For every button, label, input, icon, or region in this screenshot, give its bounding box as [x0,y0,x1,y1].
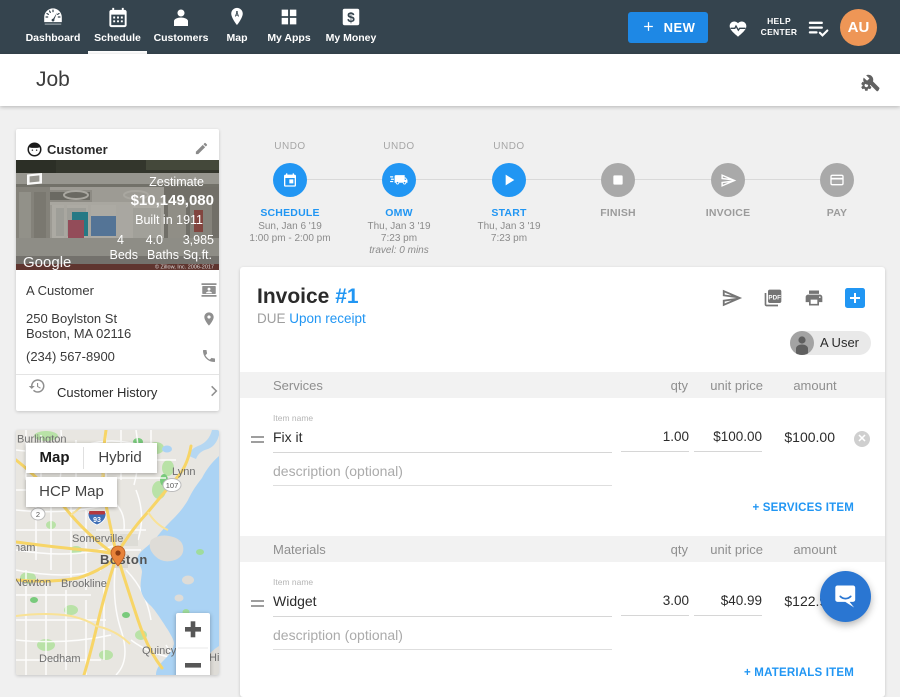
svg-text:107: 107 [166,481,179,490]
svg-text:Built in 1911: Built in 1911 [135,213,203,227]
svg-text:Lynn: Lynn [172,466,195,478]
svg-text:ham: ham [16,542,35,554]
svg-text:Google: Google [23,254,71,270]
svg-text:4.0: 4.0 [146,233,163,247]
svg-text:Hi: Hi [209,652,219,664]
svg-text:4: 4 [117,233,124,247]
svg-text:3,985: 3,985 [183,233,214,247]
svg-text:Zestimate: Zestimate [149,175,204,189]
svg-text:Newton: Newton [16,577,51,589]
svg-text:PDF: PDF [768,294,781,301]
svg-text:Quincy: Quincy [142,645,177,657]
svg-text:Beds: Beds [110,248,139,262]
svg-text:Somerville: Somerville [72,533,123,545]
svg-text:93: 93 [93,517,101,524]
svg-text:$: $ [347,10,355,25]
svg-text:Dedham: Dedham [39,653,81,665]
svg-text:2: 2 [36,510,40,519]
svg-text:© Zillow, Inc. 2006-2017: © Zillow, Inc. 2006-2017 [155,264,214,271]
svg-text:Brookline: Brookline [61,578,107,590]
svg-text:Baths: Baths [147,248,179,262]
svg-text:Sq.ft.: Sq.ft. [183,248,212,262]
svg-text:$10,149,080: $10,149,080 [131,192,214,209]
